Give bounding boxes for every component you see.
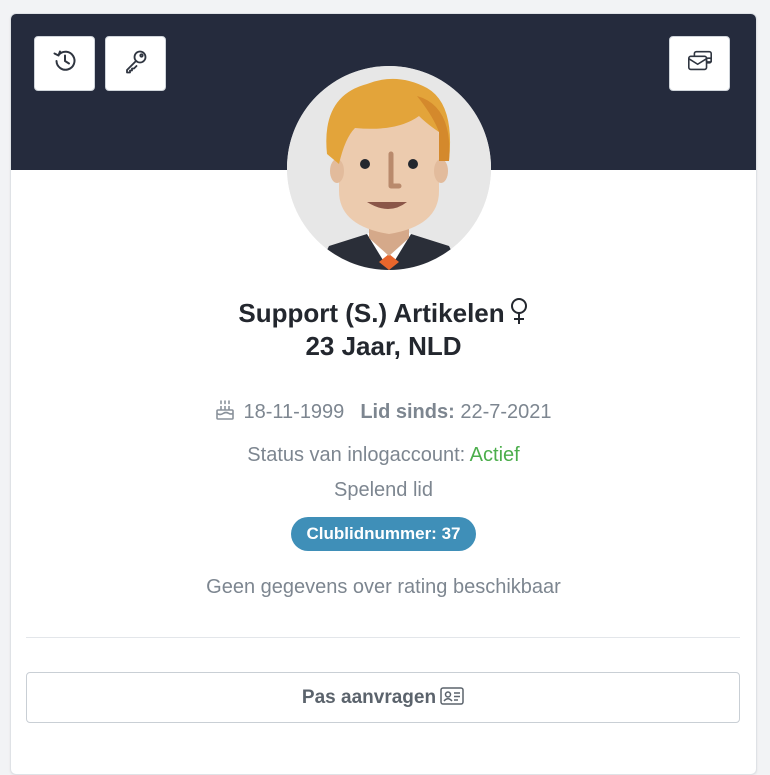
history-icon — [51, 47, 79, 80]
member-since-label: Lid sinds: — [360, 401, 455, 423]
avatar-male-icon — [287, 66, 491, 270]
age-country: 23 Jaar, NLD — [305, 331, 462, 361]
account-status: Status van inlogaccount: Actief — [11, 442, 756, 468]
member-role: Spelend lid — [334, 479, 433, 501]
avatar — [287, 66, 491, 270]
wallet-card-button[interactable] — [669, 36, 730, 91]
request-pass-label: Pas aanvragen — [301, 687, 437, 708]
member-meta: 18-11-1999 Lid sinds: 22-7-2021 — [11, 399, 756, 425]
request-pass-button[interactable]: Pas aanvragen — [26, 672, 740, 723]
female-symbol-icon — [509, 297, 529, 325]
divider — [26, 637, 740, 638]
account-status-value: Actief — [469, 444, 520, 466]
profile-card: Support (S.) Artikelen 23 Jaar, NLD 18-1… — [10, 13, 757, 775]
account-status-label: Status van inlogaccount: — [247, 444, 466, 466]
club-number-wrap: Clublidnummer: 37 — [11, 517, 756, 551]
rating-info: Geen gegevens over rating beschikbaar — [206, 576, 561, 598]
key-icon — [122, 47, 150, 80]
history-button[interactable] — [34, 36, 95, 91]
member-name-text: Support (S.) Artikelen — [238, 298, 505, 328]
wallet-card-icon — [686, 47, 714, 80]
member-name: Support (S.) Artikelen — [11, 297, 756, 329]
club-number-badge: Clublidnummer: 37 — [290, 517, 477, 551]
id-card-icon — [436, 687, 464, 708]
birthday-cake-icon — [215, 399, 235, 421]
key-button[interactable] — [105, 36, 166, 91]
member-since-value: 22-7-2021 — [460, 401, 552, 423]
birthdate: 18-11-1999 — [243, 401, 345, 423]
